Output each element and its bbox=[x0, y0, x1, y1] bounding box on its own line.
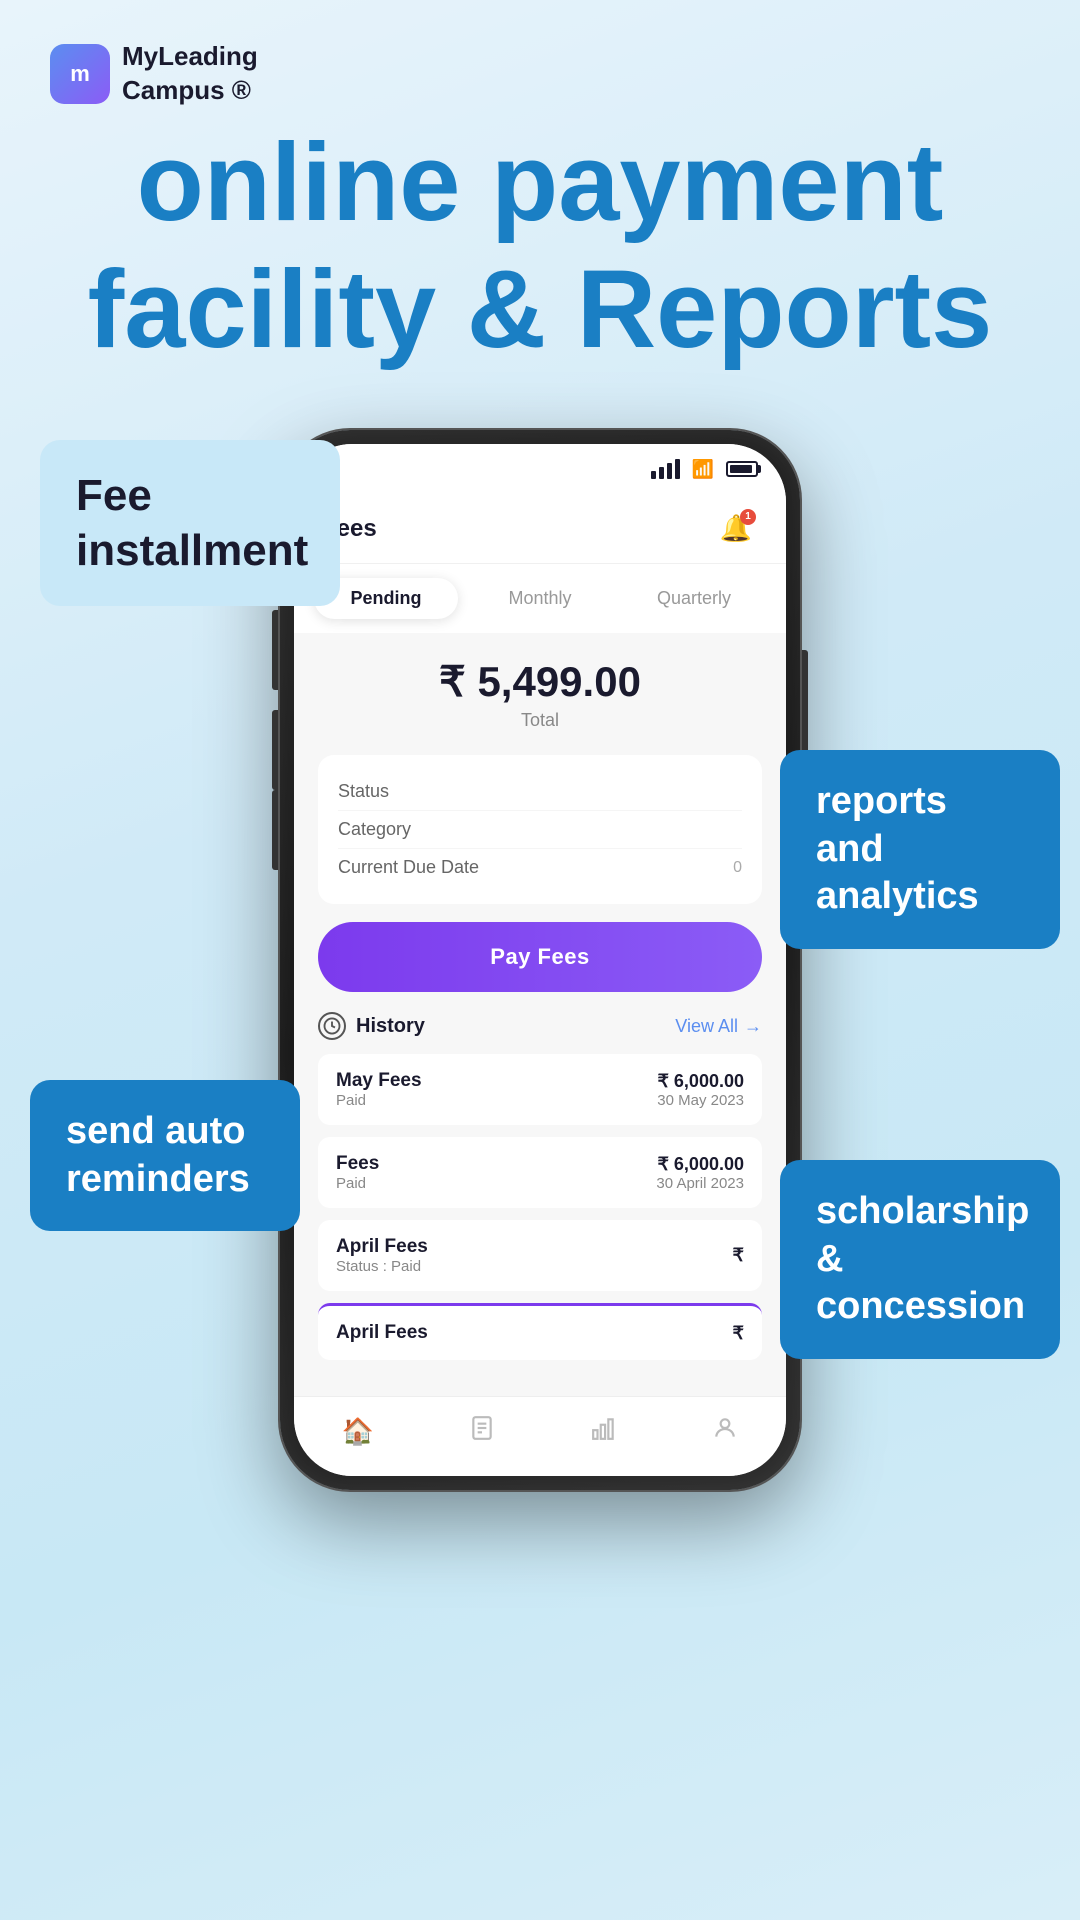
history-item-right-1: ₹ 6,000.00 30 May 2023 bbox=[657, 1071, 744, 1109]
status-label: Status bbox=[338, 781, 389, 802]
wifi-icon: 📶 bbox=[692, 459, 714, 480]
history-item-left-1: May Fees Paid bbox=[336, 1070, 422, 1109]
tabs-row: Pending Monthly Quarterly bbox=[294, 564, 786, 633]
pay-fees-button[interactable]: Pay Fees bbox=[318, 922, 762, 992]
label-scholarship-concession: scholarship & concession bbox=[780, 1160, 1060, 1359]
category-label: Category bbox=[338, 819, 411, 840]
main-heading: online payment facility & Reports bbox=[0, 120, 1080, 373]
tab-monthly[interactable]: Monthly bbox=[468, 578, 612, 619]
history-title: History bbox=[318, 1012, 425, 1040]
notification-badge: 1 bbox=[740, 509, 756, 525]
status-bar: 📶 bbox=[294, 444, 786, 494]
app-header: Fees 🔔 1 bbox=[294, 494, 786, 564]
phone-wrapper: 📶 Fees 🔔 1 Pending Monthly bbox=[280, 430, 800, 1490]
signal-icon bbox=[651, 459, 680, 479]
history-item-3: April Fees Status : Paid ₹ bbox=[318, 1220, 762, 1291]
total-label: Total bbox=[318, 710, 762, 731]
label-reports-analytics: reports and analytics bbox=[780, 750, 1060, 949]
label-send-reminders: send auto reminders bbox=[30, 1080, 300, 1231]
docs-icon bbox=[469, 1415, 495, 1448]
history-item-right-3: ₹ bbox=[733, 1245, 744, 1266]
info-row-due-date: Current Due Date 0 bbox=[338, 849, 742, 886]
history-item-right-4: ₹ bbox=[733, 1323, 744, 1344]
heading-text: online payment facility & Reports bbox=[60, 120, 1020, 373]
profile-icon bbox=[712, 1415, 738, 1448]
history-item-4: April Fees ₹ bbox=[318, 1303, 762, 1360]
history-item-right-2: ₹ 6,000.00 30 April 2023 bbox=[656, 1154, 744, 1192]
nav-analytics[interactable] bbox=[591, 1415, 617, 1448]
phone-shell: 📶 Fees 🔔 1 Pending Monthly bbox=[280, 430, 800, 1490]
info-row-category: Category bbox=[338, 811, 742, 849]
phone-screen: 📶 Fees 🔔 1 Pending Monthly bbox=[294, 444, 786, 1476]
total-section: ₹ 5,499.00 Total bbox=[318, 657, 762, 731]
history-item-left-4: April Fees bbox=[336, 1322, 428, 1344]
notification-button[interactable]: 🔔 1 bbox=[714, 507, 758, 551]
label-fee-installment: Fee installment bbox=[40, 440, 340, 606]
history-item-1: May Fees Paid ₹ 6,000.00 30 May 2023 bbox=[318, 1054, 762, 1125]
history-item-left-2: Fees Paid bbox=[336, 1153, 379, 1192]
nav-home[interactable]: 🏠 bbox=[342, 1416, 374, 1447]
logo-text: MyLeading Campus ® bbox=[122, 40, 258, 108]
nav-profile[interactable] bbox=[712, 1415, 738, 1448]
screen-content: ₹ 5,499.00 Total Status Category Current… bbox=[294, 633, 786, 1405]
home-icon: 🏠 bbox=[342, 1416, 374, 1447]
tab-quarterly[interactable]: Quarterly bbox=[622, 578, 766, 619]
view-all-button[interactable]: View All → bbox=[675, 1016, 762, 1037]
total-amount: ₹ 5,499.00 bbox=[318, 657, 762, 706]
logo-area: m MyLeading Campus ® bbox=[50, 40, 258, 108]
history-header: History View All → bbox=[318, 1012, 762, 1040]
due-date-label: Current Due Date bbox=[338, 857, 479, 878]
history-item-2: Fees Paid ₹ 6,000.00 30 April 2023 bbox=[318, 1137, 762, 1208]
bottom-nav: 🏠 bbox=[294, 1396, 786, 1476]
logo-icon: m bbox=[50, 44, 110, 104]
history-item-left-3: April Fees Status : Paid bbox=[336, 1236, 428, 1275]
battery-icon bbox=[726, 461, 758, 477]
info-card: Status Category Current Due Date 0 bbox=[318, 755, 762, 904]
nav-docs[interactable] bbox=[469, 1415, 495, 1448]
clock-icon bbox=[318, 1012, 346, 1040]
info-row-status: Status bbox=[338, 773, 742, 811]
due-date-value: 0 bbox=[733, 859, 742, 877]
analytics-icon bbox=[591, 1415, 617, 1448]
